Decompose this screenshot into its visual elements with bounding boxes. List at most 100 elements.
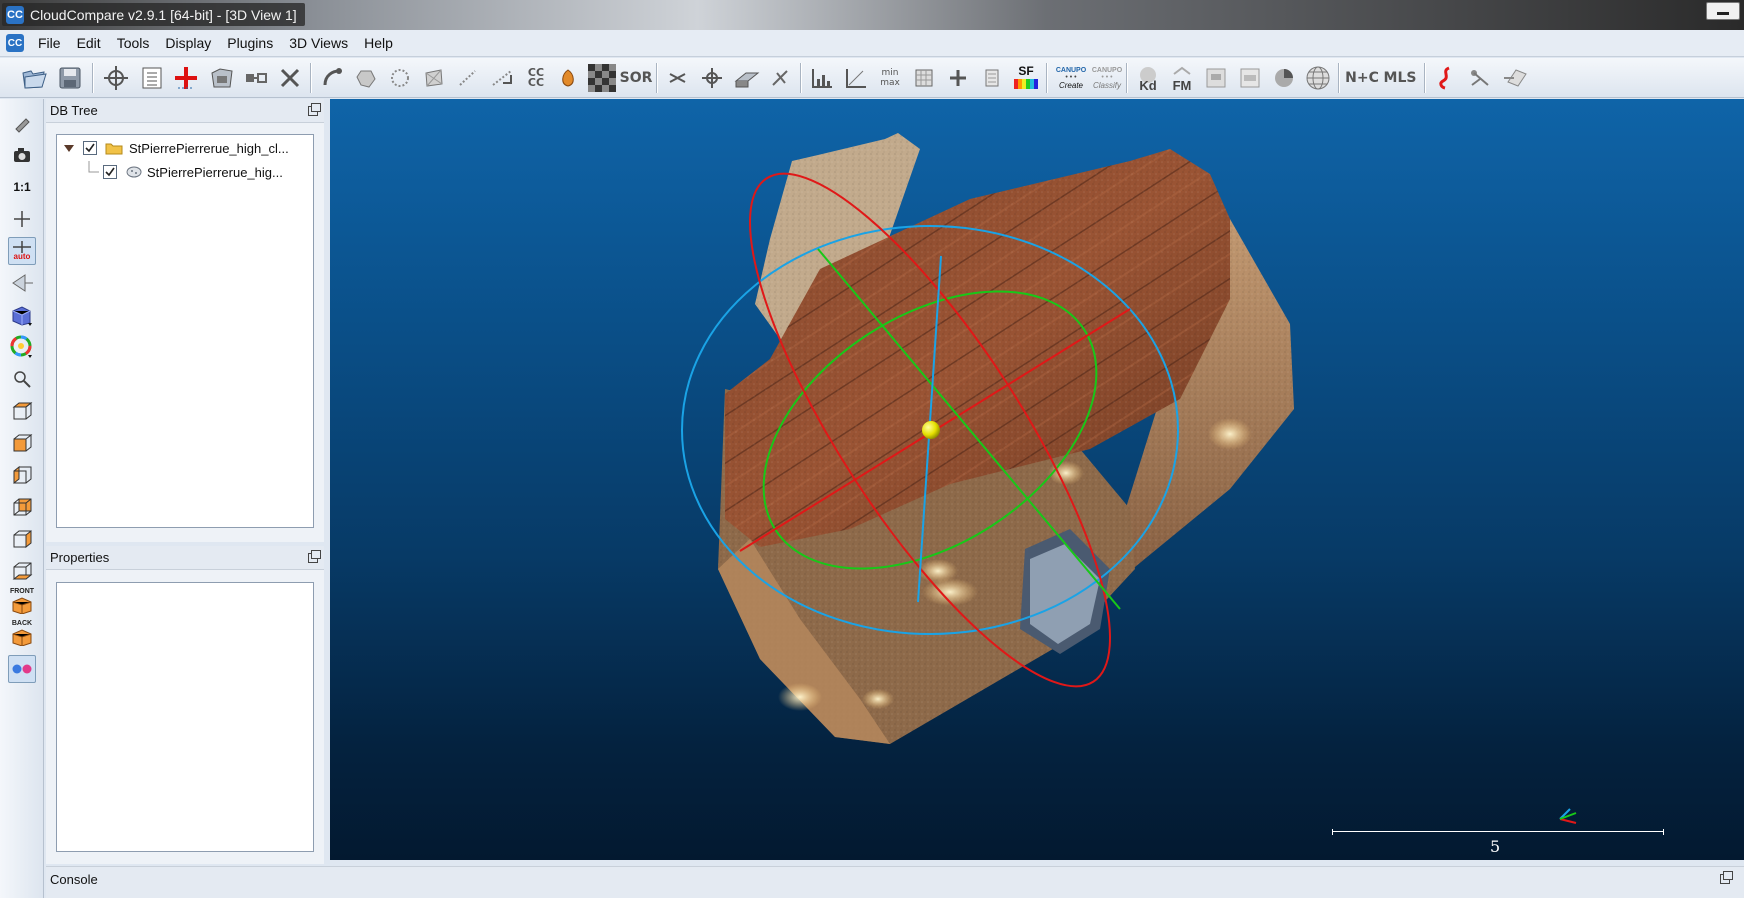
menu-3d-views[interactable]: 3D Views xyxy=(281,30,356,57)
merge-icon[interactable] xyxy=(240,62,272,94)
sample-points-icon[interactable] xyxy=(316,62,348,94)
scale-bar xyxy=(1332,829,1664,835)
menu-bar: CC File Edit Tools Display Plugins 3D Vi… xyxy=(0,30,1744,57)
list-properties-icon[interactable] xyxy=(136,62,168,94)
point-cloud-icon xyxy=(126,166,142,178)
menu-plugins[interactable]: Plugins xyxy=(219,30,281,57)
iso-back-icon[interactable]: BACK xyxy=(8,619,36,647)
canupo-classify-icon[interactable]: CANUPO • • • Classify xyxy=(1090,62,1124,94)
remove-sf-icon[interactable] xyxy=(976,62,1008,94)
minimize-button[interactable] xyxy=(1706,2,1740,20)
translate-rotate-icon[interactable] xyxy=(696,62,728,94)
scale-bar-label: 5 xyxy=(1490,837,1501,856)
app-logo-icon: CC xyxy=(6,5,24,24)
app-menu-icon[interactable]: CC xyxy=(6,34,24,52)
kd-text: Kd xyxy=(1139,78,1156,92)
export-icon[interactable] xyxy=(1234,62,1266,94)
color-scale-icon[interactable] xyxy=(552,62,584,94)
tree-item-checkbox[interactable] xyxy=(83,141,97,155)
fm-text: FM xyxy=(1173,78,1192,92)
center-cross-icon[interactable] xyxy=(8,205,36,233)
point-cloud-render[interactable] xyxy=(330,99,1744,860)
animation-icon[interactable] xyxy=(1464,62,1496,94)
view-bottom-icon[interactable] xyxy=(8,557,36,585)
console-header: Console xyxy=(46,867,1744,891)
expand-arrow-icon[interactable] xyxy=(63,142,75,154)
properties-view[interactable] xyxy=(56,582,314,852)
connected-components-icon[interactable]: CC CC xyxy=(520,62,552,94)
view-back-icon[interactable] xyxy=(8,493,36,521)
scissors-icon[interactable] xyxy=(662,62,694,94)
menu-tools[interactable]: Tools xyxy=(109,30,158,57)
db-tree-panel: DB Tree StPierrePierrerue_high_cl... StP… xyxy=(46,99,324,542)
properties-panel: Properties xyxy=(46,546,324,864)
tree-item-group[interactable]: StPierrePierrerue_high_cl... xyxy=(63,137,289,159)
segment-icon[interactable] xyxy=(206,62,238,94)
kd-tree-icon[interactable]: Kd xyxy=(1132,62,1164,94)
db-tree-view[interactable]: StPierrePierrerue_high_cl... StPierrePie… xyxy=(56,134,314,528)
ribbon-icon[interactable] xyxy=(1500,62,1532,94)
save-icon[interactable] xyxy=(54,62,86,94)
float-panel-icon[interactable] xyxy=(308,102,321,116)
add-point-icon[interactable] xyxy=(170,62,202,94)
properties-title: Properties xyxy=(50,550,110,565)
clone-icon[interactable] xyxy=(452,62,484,94)
menu-display[interactable]: Display xyxy=(157,30,219,57)
hidden-point-icon[interactable] xyxy=(1200,62,1232,94)
camera-icon[interactable] xyxy=(8,141,36,169)
global-shift-icon[interactable] xyxy=(100,62,132,94)
color-wheel-icon[interactable] xyxy=(8,333,36,361)
tree-item-checkbox[interactable] xyxy=(103,165,117,179)
open-icon[interactable] xyxy=(18,62,50,94)
float-panel-icon[interactable] xyxy=(1720,871,1733,884)
tree-item-cloud[interactable]: StPierrePierrerue_hig... xyxy=(87,161,283,183)
console-title: Console xyxy=(50,871,98,887)
sor-filter-icon[interactable]: SOR xyxy=(620,62,653,94)
3d-view[interactable]: 5 xyxy=(330,99,1744,860)
menu-edit[interactable]: Edit xyxy=(69,30,109,57)
minmax-icon[interactable]: min max xyxy=(874,62,906,94)
stereo-icon[interactable] xyxy=(8,655,36,683)
zoom-icon[interactable] xyxy=(8,365,36,393)
pencil-icon[interactable] xyxy=(8,109,36,137)
tree-item-label: StPierrePierrerue_high_cl... xyxy=(129,140,289,156)
menu-help[interactable]: Help xyxy=(356,30,401,57)
sf-text: SF xyxy=(1018,64,1033,78)
view-left-icon[interactable] xyxy=(8,461,36,489)
nc-icon[interactable]: N+C xyxy=(1344,62,1380,94)
density-icon[interactable] xyxy=(384,62,416,94)
compute-icon[interactable] xyxy=(908,62,940,94)
fast-marching-icon[interactable]: FM xyxy=(1166,62,1198,94)
iso-front-icon[interactable]: FRONT xyxy=(8,587,36,615)
properties-header: Properties xyxy=(46,546,324,570)
zoom-1-1-icon[interactable]: 1:1 xyxy=(8,173,36,201)
console-panel: Console xyxy=(46,866,1744,898)
pie-icon[interactable] xyxy=(1268,62,1300,94)
float-panel-icon[interactable] xyxy=(308,549,321,563)
qsra-icon[interactable] xyxy=(1430,62,1462,94)
pick-points-icon[interactable] xyxy=(764,62,796,94)
subsample-icon[interactable] xyxy=(350,62,382,94)
canupo-create-icon[interactable]: CANUPO • • • Create xyxy=(1054,62,1088,94)
cross-section-icon[interactable] xyxy=(730,62,762,94)
mesh-icon[interactable] xyxy=(418,62,450,94)
gradient-icon[interactable] xyxy=(840,62,872,94)
mls-icon[interactable]: MLS xyxy=(1382,62,1418,94)
db-tree-title: DB Tree xyxy=(50,103,98,118)
view-top-icon[interactable] xyxy=(8,397,36,425)
checkerboard-icon[interactable] xyxy=(586,62,618,94)
add-sf-icon[interactable] xyxy=(942,62,974,94)
view-right-icon[interactable] xyxy=(8,525,36,553)
sphere-grid-icon[interactable] xyxy=(1302,62,1334,94)
perspective-icon[interactable] xyxy=(8,269,36,297)
histogram-icon[interactable] xyxy=(806,62,838,94)
view-front-icon[interactable] xyxy=(8,429,36,457)
title-bar: CC CloudCompare v2.9.1 [64-bit] - [3D Vi… xyxy=(0,0,1744,30)
lighting-icon[interactable] xyxy=(8,301,36,329)
fit-plane-icon[interactable] xyxy=(486,62,518,94)
scalar-field-icon[interactable]: SF xyxy=(1010,62,1042,94)
menu-file[interactable]: File xyxy=(30,30,69,57)
window-title-text: CloudCompare v2.9.1 [64-bit] - [3D View … xyxy=(30,6,297,23)
delete-icon[interactable] xyxy=(274,62,306,94)
auto-pivot-button[interactable]: auto xyxy=(8,237,36,265)
